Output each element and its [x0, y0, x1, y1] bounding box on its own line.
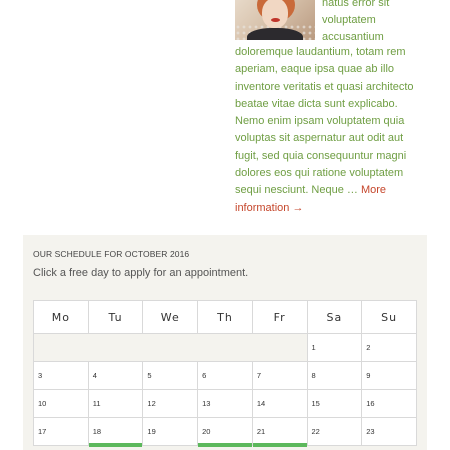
- calendar-week-row: 3 4 5 6 7 8 9: [33, 361, 417, 390]
- weekday-header: Th: [197, 300, 253, 334]
- face-shape: [262, 0, 288, 28]
- calendar-grid: Mo Tu We Th Fr Sa Su 1 2 3 4 5 6 7 8 9 1…: [33, 300, 417, 448]
- weekday-header: Su: [361, 300, 417, 334]
- calendar-day-available[interactable]: 21: [251, 417, 308, 448]
- calendar-week-row: 10 11 12 13 14 15 16: [33, 389, 417, 418]
- calendar-day[interactable]: 9: [361, 361, 417, 390]
- more-information-link[interactable]: More: [361, 184, 386, 196]
- dress-shape: [247, 28, 303, 40]
- excerpt-line: Nemo enim ipsam voluptatem quia: [235, 115, 405, 128]
- calendar-day[interactable]: 3: [33, 361, 89, 390]
- excerpt-line: natus error sit: [322, 0, 390, 9]
- excerpt-line: inventore veritatis et quasi architecto: [235, 80, 414, 93]
- post-thumbnail-image[interactable]: [235, 0, 315, 40]
- calendar-day[interactable]: 8: [306, 361, 363, 390]
- calendar-day[interactable]: 13: [197, 389, 253, 418]
- excerpt-line: voluptatem: [322, 14, 376, 26]
- excerpt-line-link: information →: [235, 200, 421, 217]
- calendar-day[interactable]: 15: [306, 389, 363, 418]
- calendar-day[interactable]: 10: [33, 389, 89, 418]
- weekday-header: We: [142, 300, 199, 334]
- weekday-header: Tu: [87, 300, 144, 334]
- weekday-header: Mo: [33, 300, 89, 334]
- weekday-header-row: Mo Tu We Th Fr Sa Su: [33, 300, 417, 334]
- excerpt-line: aperiam, eaque ipsa quae ab illo: [235, 63, 395, 76]
- excerpt-line: beatae vitae dicta sunt explicabo.: [235, 97, 398, 110]
- calendar-week-row: 17 18 19 20 21 22 23: [33, 417, 417, 448]
- calendar-day[interactable]: 2: [361, 333, 417, 362]
- weekday-header: Sa: [306, 300, 363, 334]
- schedule-title: OUR SCHEDULE FOR OCTOBER 2016: [33, 249, 190, 259]
- calendar-day[interactable]: 17: [33, 417, 89, 446]
- lips-shape: [271, 18, 280, 22]
- schedule-instructions: Click a free day to apply for an appoint…: [33, 267, 249, 279]
- calendar-day-available[interactable]: 18: [87, 417, 144, 448]
- calendar-day[interactable]: 19: [142, 417, 199, 446]
- calendar-empty-cell: [33, 333, 308, 362]
- excerpt-line: voluptas sit aspernatur aut odit aut: [235, 132, 404, 145]
- calendar-day[interactable]: 23: [361, 417, 417, 446]
- excerpt-line: fugit, sed quia consequuntur magni: [235, 149, 407, 162]
- excerpt-line-last: sequi nesciunt. Neque … More: [235, 182, 421, 199]
- schedule-widget: OUR SCHEDULE FOR OCTOBER 2016 Click a fr…: [23, 235, 427, 450]
- calendar-day[interactable]: 16: [361, 389, 417, 418]
- excerpt-text: sequi nesciunt. Neque …: [235, 184, 361, 197]
- calendar-day[interactable]: 12: [142, 389, 199, 418]
- calendar-day[interactable]: 22: [306, 417, 363, 446]
- excerpt-line: doloremque laudantium, totam rem: [235, 46, 406, 58]
- excerpt-line: dolores eos qui ratione voluptatem: [235, 167, 404, 180]
- calendar-day[interactable]: 1: [306, 333, 363, 362]
- page: natus error sit voluptatem accusantium d…: [0, 0, 450, 450]
- more-information-link-continued[interactable]: information →: [235, 202, 303, 214]
- post-excerpt: doloremque laudantium, totam rem aperiam…: [235, 44, 421, 217]
- calendar-day[interactable]: 14: [251, 389, 308, 418]
- calendar-day[interactable]: 7: [251, 361, 308, 390]
- calendar-day[interactable]: 11: [87, 389, 144, 418]
- weekday-header: Fr: [251, 300, 308, 334]
- calendar-day[interactable]: 6: [197, 361, 253, 390]
- calendar-day[interactable]: 5: [142, 361, 199, 390]
- calendar-day[interactable]: 4: [87, 361, 144, 390]
- calendar-day-available[interactable]: 20: [197, 417, 253, 448]
- calendar-week-row: 1 2: [33, 333, 417, 362]
